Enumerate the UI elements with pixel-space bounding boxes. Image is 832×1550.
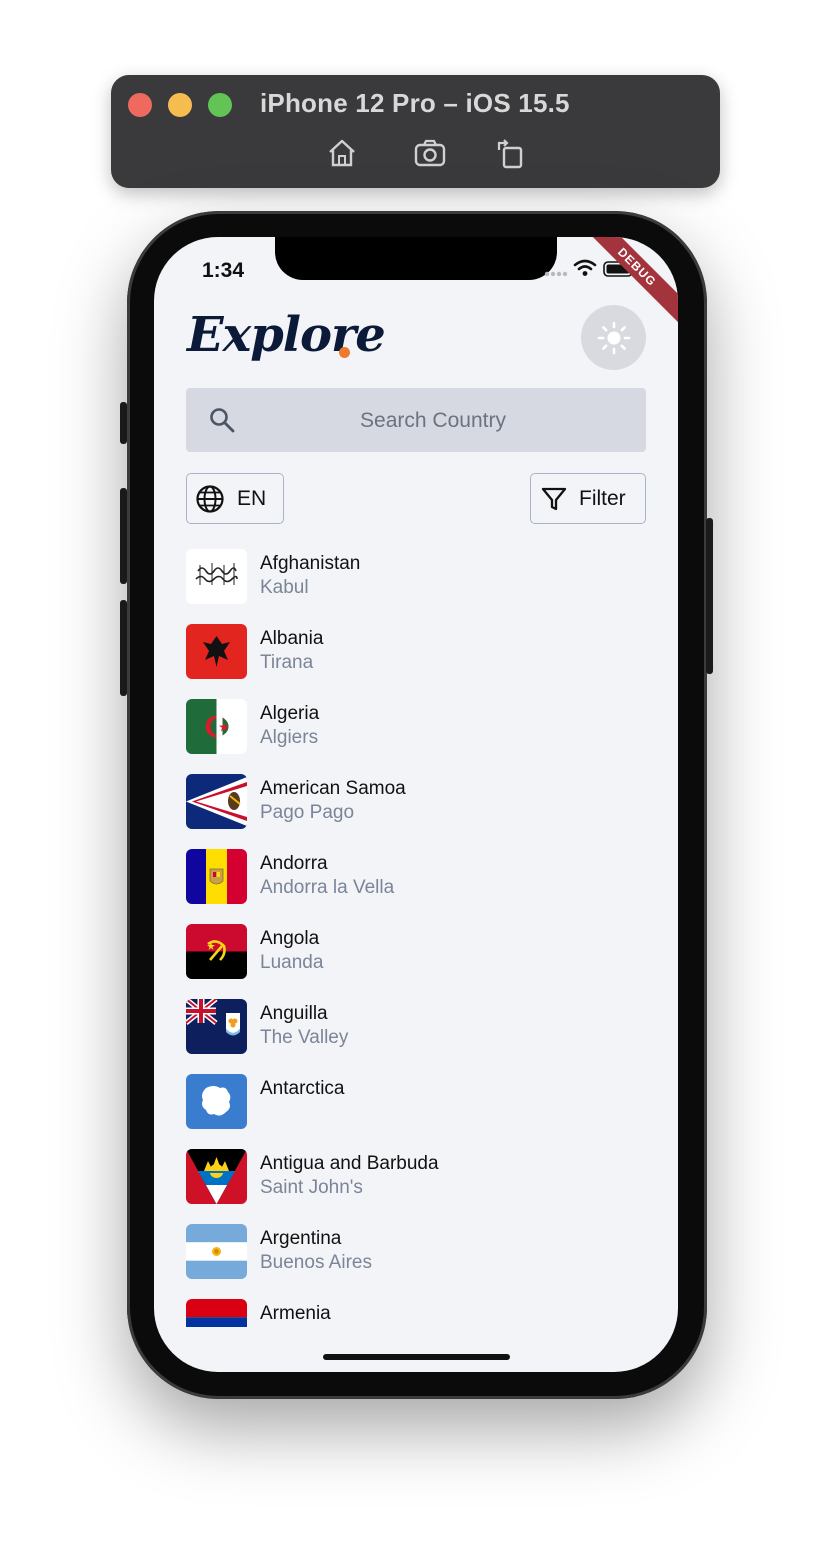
country-capital: Buenos Aires — [260, 1252, 372, 1273]
list-item-antigua-and-barbuda[interactable]: Antigua and Barbuda Saint John's — [186, 1149, 646, 1209]
wifi-icon — [573, 259, 597, 276]
search-icon — [210, 408, 235, 433]
close-window-button[interactable] — [128, 93, 152, 117]
screenshot-icon[interactable] — [413, 136, 447, 170]
simulator-title: iPhone 12 Pro – iOS 15.5 — [260, 88, 570, 118]
volume-down-button — [120, 600, 127, 696]
search-bar[interactable] — [186, 388, 646, 454]
country-name: Argentina — [260, 1228, 342, 1249]
country-name: Afghanistan — [260, 553, 361, 574]
country-capital: Algiers — [260, 727, 319, 748]
filter-label: Filter — [579, 486, 626, 510]
flag-andorra — [186, 849, 247, 904]
page-title: Explore — [187, 307, 386, 363]
search-input[interactable] — [246, 388, 620, 454]
country-capital: Kabul — [260, 577, 309, 598]
filter-button[interactable]: Filter — [530, 473, 646, 524]
minimize-window-button[interactable] — [168, 93, 192, 117]
signal-icon — [544, 271, 568, 277]
country-capital: Luanda — [260, 952, 324, 973]
theme-toggle-button[interactable] — [581, 305, 646, 370]
country-capital: Tirana — [260, 652, 314, 673]
flag-antigua-and-barbuda — [186, 1149, 247, 1204]
filter-icon — [541, 487, 567, 510]
list-item-antarctica[interactable]: Antarctica — [186, 1074, 646, 1134]
flag-antarctica — [186, 1074, 247, 1129]
list-item-afghanistan[interactable]: Afghanistan Kabul — [186, 549, 646, 609]
app-screen: 1:34 DEBUG Explore Search Country EN Fil… — [154, 237, 678, 1372]
notch — [275, 237, 557, 280]
home-icon[interactable] — [325, 136, 359, 170]
country-name: Antarctica — [260, 1078, 345, 1099]
flag-albania — [186, 624, 247, 679]
list-item-anguilla[interactable]: Anguilla The Valley — [186, 999, 646, 1059]
mute-switch — [120, 402, 127, 444]
language-label: EN — [237, 486, 267, 510]
flag-angola — [186, 924, 247, 979]
power-button — [706, 518, 713, 674]
list-item-algeria[interactable]: Algeria Algiers — [186, 699, 646, 759]
country-capital: Andorra la Vella — [260, 877, 395, 898]
flag-anguilla — [186, 999, 247, 1054]
zoom-window-button[interactable] — [208, 93, 232, 117]
globe-icon — [196, 484, 224, 513]
country-name: American Samoa — [260, 778, 406, 799]
country-capital: The Valley — [260, 1027, 349, 1048]
country-name: Albania — [260, 628, 324, 649]
country-capital: Saint John's — [260, 1177, 363, 1198]
language-button[interactable]: EN — [186, 473, 284, 524]
country-name: Anguilla — [260, 1003, 328, 1024]
flag-algeria — [186, 699, 247, 754]
flag-armenia — [186, 1299, 247, 1327]
list-item-argentina[interactable]: Argentina Buenos Aires — [186, 1224, 646, 1284]
volume-up-button — [120, 488, 127, 584]
country-name: Andorra — [260, 853, 328, 874]
home-indicator[interactable] — [323, 1354, 510, 1360]
list-item-albania[interactable]: Albania Tirana — [186, 624, 646, 684]
status-time: 1:34 — [202, 259, 245, 282]
country-name: Armenia — [260, 1303, 331, 1324]
list-item-armenia[interactable]: Armenia — [186, 1299, 646, 1327]
list-item-american-samoa[interactable]: American Samoa Pago Pago — [186, 774, 646, 834]
flag-afghanistan — [186, 549, 247, 604]
flag-american-samoa — [186, 774, 247, 829]
list-item-angola[interactable]: Angola Luanda — [186, 924, 646, 984]
country-name: Antigua and Barbuda — [260, 1153, 439, 1174]
title-accent-dot — [339, 347, 350, 358]
country-capital: Pago Pago — [260, 802, 355, 823]
flag-argentina — [186, 1224, 247, 1279]
country-name: Algeria — [260, 703, 320, 724]
status-indicators: DEBUG — [538, 237, 678, 328]
country-name: Angola — [260, 928, 320, 949]
sun-icon — [597, 321, 630, 354]
rotate-icon[interactable] — [493, 136, 527, 170]
list-item-andorra[interactable]: Andorra Andorra la Vella — [186, 849, 646, 909]
